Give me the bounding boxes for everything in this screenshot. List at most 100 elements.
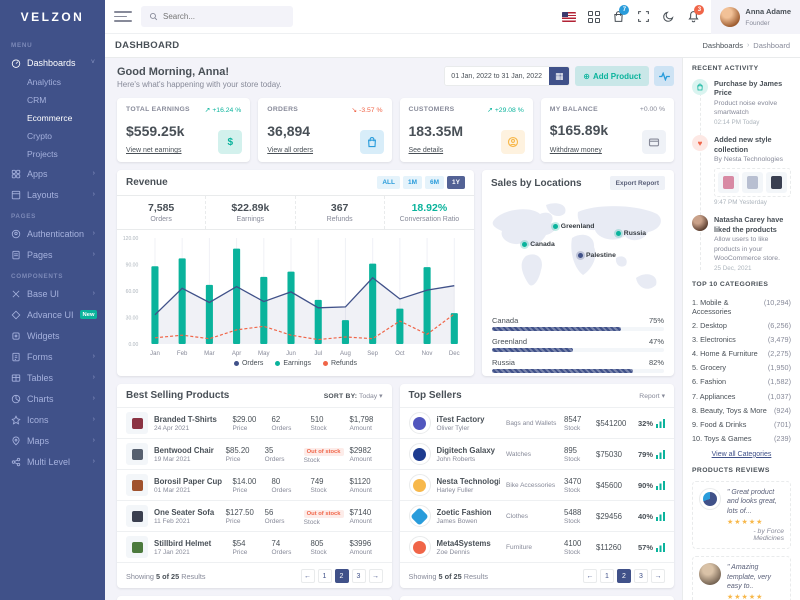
stat-link[interactable]: Withdraw money [550,147,602,154]
list-item[interactable]: 6. Fashion(1,582) [692,375,791,389]
sidebar-item-projects[interactable]: Projects [0,145,105,163]
list-item[interactable]: Purchase by James Price Product noise ev… [692,79,791,126]
sidebar-item-crypto[interactable]: Crypto [0,127,105,145]
sidebar-item-forms[interactable]: Forms › [0,346,105,367]
table-row[interactable]: Borosil Paper Cup01 Mar 2021 $14.00Price… [117,469,392,500]
page-next-button[interactable]: → [369,569,383,583]
marker-dot [578,253,583,258]
revenue-title: Revenue [126,177,168,188]
stat-link[interactable]: View net earnings [126,147,182,154]
table-row[interactable]: Digitech GalaxyJohn Roberts Watches 895S… [400,438,675,469]
list-item[interactable]: 1. Mobile & Accessories(10,294) [692,295,791,318]
filter-1y-button[interactable]: 1Y [447,176,465,189]
map-marker-palestine[interactable]: Palestine [578,252,616,259]
add-product-button[interactable]: ⊕Add Product [575,66,649,86]
list-item[interactable]: 2. Desktop(6,256) [692,318,791,332]
sidebar-item-widgets[interactable]: Widgets [0,325,105,346]
activity-pulse-button[interactable] [654,66,674,86]
filter-6m-button[interactable]: 6M [425,176,444,189]
date-range-input[interactable] [445,67,549,85]
sidebar-item-dashboards[interactable]: Dashboards ˅ [0,52,105,73]
calendar-button[interactable]: ▦ [549,67,569,85]
world-map[interactable]: Greenland Canada Russia Palestine [488,198,668,310]
page-3-button[interactable]: 3 [352,569,366,583]
view-all-categories-link[interactable]: View all Categories [692,451,791,458]
filter-all-button[interactable]: ALL [377,176,400,189]
map-marker-canada[interactable]: Canada [522,241,555,248]
search-input[interactable] [163,12,285,21]
sidebar-item-crm[interactable]: CRM [0,91,105,109]
product-thumb[interactable] [766,172,787,193]
language-flag-button[interactable] [556,0,581,34]
export-report-button[interactable]: Export Report [610,176,665,190]
sidebar-item-maps[interactable]: Maps › [0,430,105,451]
list-item[interactable]: ♥ Added new style collection By Nesta Te… [692,135,791,206]
sidebar-item-icons[interactable]: Icons › [0,409,105,430]
sidebar-item-analytics[interactable]: Analytics [0,73,105,91]
page-prev-button[interactable]: ← [301,569,315,583]
sidebar-item-advance-ui[interactable]: Advance UI New [0,304,105,325]
tables-row: Best Selling Products SORT BY: Today ▾ B… [117,384,674,588]
stat-card-total-earnings: TOTAL EARNINGS↗ +16.24 % $559.25k View n… [117,98,250,162]
sidebar-item-charts[interactable]: Charts › [0,388,105,409]
brand-logo[interactable]: VELZON [0,0,105,34]
table-row[interactable]: Branded T-Shirts24 Apr 2021 $29.00Price … [117,407,392,438]
legend-orders[interactable]: Orders [234,360,263,367]
report-dropdown[interactable]: Report ▾ [639,392,665,400]
page-1-button[interactable]: 1 [318,569,332,583]
table-row[interactable]: Zoetic FashionJames Bowen Clothes 5488St… [400,500,675,531]
list-item[interactable]: 5. Grocery(1,950) [692,361,791,375]
list-item[interactable]: Natasha Carey have liked the products Al… [692,215,791,271]
product-thumb[interactable] [742,172,763,193]
stat-link[interactable]: See details [409,147,444,154]
sidebar-item-layouts[interactable]: Layouts › [0,184,105,205]
legend-refunds[interactable]: Refunds [323,360,357,367]
page-3-button[interactable]: 3 [634,569,648,583]
legend-earnings[interactable]: Earnings [275,360,311,367]
hamburger-menu-icon[interactable] [114,8,132,26]
search-box[interactable] [141,6,293,27]
page-1-button[interactable]: 1 [600,569,614,583]
table-row[interactable]: Stillbird Helmet17 Jan 2021 $54Price 74O… [117,531,392,562]
sidebar-item-authentication[interactable]: Authentication › [0,223,105,244]
page-2-button[interactable]: 2 [335,569,349,583]
shopping-bag-icon [360,130,384,154]
table-row[interactable]: Nesta TechnologiesHarley Fuller Bike Acc… [400,469,675,500]
list-item[interactable]: 9. Food & Drinks(701) [692,417,791,431]
map-marker-greenland[interactable]: Greenland [553,223,595,230]
sidebar-item-tables[interactable]: Tables › [0,367,105,388]
page-next-button[interactable]: → [651,569,665,583]
map-marker-russia[interactable]: Russia [616,230,646,237]
table-row[interactable]: Bentwood Chair19 Mar 2021 $85.20Price 35… [117,438,392,469]
sidebar-item-apps[interactable]: Apps › [0,163,105,184]
filter-1m-button[interactable]: 1M [403,176,422,189]
list-item[interactable]: 8. Beauty, Toys & More(924) [692,403,791,417]
table-row[interactable]: Meta4SystemsZoe Dennis Furniture 4100Sto… [400,531,675,562]
cart-button[interactable]: 7 [606,0,631,34]
sidebar-item-multi-level[interactable]: Multi Level › [0,451,105,472]
table-row[interactable]: One Seater Sofa11 Feb 2021 $127.50Price … [117,500,392,531]
dark-mode-button[interactable] [656,0,681,34]
breadcrumb-parent[interactable]: Dashboards [703,41,743,50]
notifications-button[interactable]: 3 [681,0,706,34]
review-card[interactable]: " Great product and looks great, lots of… [692,481,791,549]
table-row[interactable]: iTest FactoryOliver Tyler Bags and Walle… [400,407,675,438]
product-thumb[interactable] [718,172,739,193]
list-item[interactable]: 4. Home & Furniture(2,275) [692,347,791,361]
sidebar-item-base-ui[interactable]: Base UI › [0,283,105,304]
sales-locations-title: Sales by Locations [491,178,582,189]
list-item[interactable]: 3. Electronics(3,479) [692,332,791,346]
fullscreen-button[interactable] [631,0,656,34]
profile-menu[interactable]: Anna Adame Founder [711,0,800,34]
list-item[interactable]: 10. Toys & Games(239) [692,432,791,446]
review-card[interactable]: " Amazing template, very easy to.. ★★★★★… [692,556,791,600]
stat-link[interactable]: View all orders [267,147,313,154]
page-2-button[interactable]: 2 [617,569,631,583]
sidebar-item-pages[interactable]: Pages › [0,244,105,265]
list-item[interactable]: 7. Appliances(1,037) [692,389,791,403]
svg-text:0.00: 0.00 [128,342,138,348]
web-apps-button[interactable] [581,0,606,34]
page-prev-button[interactable]: ← [583,569,597,583]
sort-by-dropdown[interactable]: SORT BY: Today ▾ [324,392,383,400]
sidebar-item-ecommerce[interactable]: Ecommerce [0,109,105,127]
